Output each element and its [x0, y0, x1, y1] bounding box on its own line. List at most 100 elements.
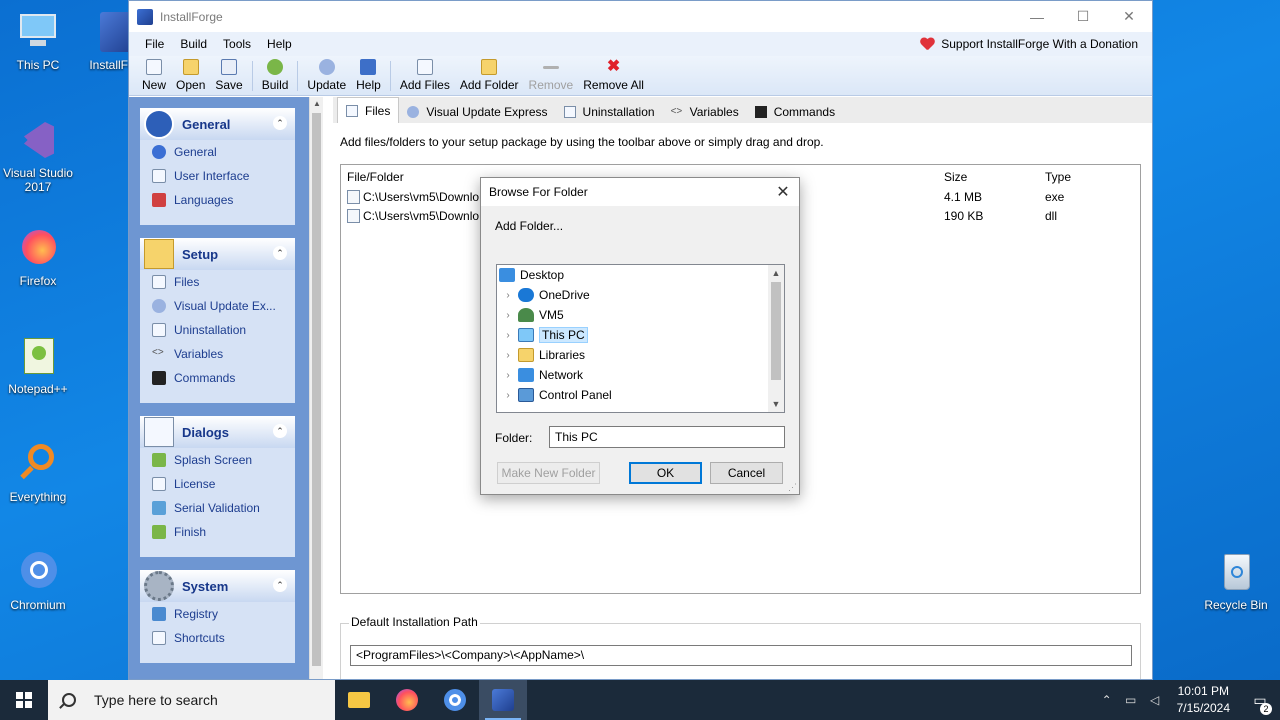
expand-arrow-icon[interactable]: ›: [501, 370, 515, 381]
sidebar-item-files[interactable]: Files: [140, 270, 295, 294]
dialog-close-icon[interactable]: ✕: [767, 182, 799, 202]
save-button[interactable]: Save: [210, 59, 247, 95]
update-button[interactable]: Update: [302, 59, 351, 95]
tree-scrollbar[interactable]: ▲ ▼: [768, 265, 784, 412]
scrollbar-thumb[interactable]: [312, 113, 321, 666]
sidebar-group-header-general[interactable]: General ⌃: [140, 108, 295, 140]
collapse-chevron-icon[interactable]: ⌃: [273, 424, 287, 438]
scrollbar-thumb[interactable]: [771, 282, 781, 380]
show-hidden-icons-chevron-icon[interactable]: ⌃: [1095, 693, 1119, 707]
build-button[interactable]: Build: [257, 59, 294, 95]
network-icon[interactable]: ▭: [1119, 693, 1143, 707]
sidebar-item-commands[interactable]: Commands: [140, 366, 295, 390]
taskbar-installforge[interactable]: [479, 680, 527, 720]
minimize-button[interactable]: —: [1014, 1, 1060, 32]
sidebar-item-splash-screen[interactable]: Splash Screen: [140, 448, 295, 472]
sidebar-item-languages[interactable]: Languages: [140, 188, 295, 212]
collapse-chevron-icon[interactable]: ⌃: [273, 578, 287, 592]
sidebar-item-visual-update[interactable]: Visual Update Ex...: [140, 294, 295, 318]
desktop-icon-chromium[interactable]: Chromium: [0, 550, 76, 612]
sidebar-item-license[interactable]: License: [140, 472, 295, 496]
clock[interactable]: 10:01 PM 7/15/2024: [1167, 683, 1240, 717]
taskbar-file-explorer[interactable]: [335, 680, 383, 720]
cancel-button[interactable]: Cancel: [710, 462, 783, 484]
close-button[interactable]: ✕: [1106, 1, 1152, 32]
taskbar-firefox[interactable]: [383, 680, 431, 720]
sidebar-item-user-interface[interactable]: User Interface: [140, 164, 295, 188]
uninstall-icon: [152, 323, 166, 337]
volume-icon[interactable]: ◁: [1143, 693, 1167, 707]
taskbar-chromium[interactable]: [431, 680, 479, 720]
open-button[interactable]: Open: [171, 59, 210, 95]
ok-button[interactable]: OK: [629, 462, 702, 484]
resize-grip-icon[interactable]: ⋰: [788, 482, 797, 493]
menu-tools[interactable]: Tools: [215, 37, 259, 51]
taskbar-search[interactable]: Type here to search: [48, 680, 335, 720]
add-folder-button[interactable]: Add Folder: [455, 59, 524, 95]
tab-visual-update-express[interactable]: Visual Update Express: [399, 101, 555, 123]
collapse-chevron-icon[interactable]: ⌃: [273, 116, 287, 130]
tree-node-onedrive[interactable]: › OneDrive: [497, 285, 784, 305]
sidebar-item-finish[interactable]: Finish: [140, 520, 295, 544]
menu-file[interactable]: File: [137, 37, 172, 51]
dialog-title-bar[interactable]: Browse For Folder ✕: [481, 178, 799, 206]
expand-arrow-icon[interactable]: ›: [501, 290, 515, 301]
sidebar-item-variables[interactable]: <> Variables: [140, 342, 295, 366]
donate-link[interactable]: Support InstallForge With a Donation: [920, 37, 1152, 51]
collapse-chevron-icon[interactable]: ⌃: [273, 246, 287, 260]
tree-node-control-panel[interactable]: › Control Panel: [497, 385, 784, 405]
sidebar-item-uninstallation[interactable]: Uninstallation: [140, 318, 295, 342]
sidebar-item-general[interactable]: General: [140, 140, 295, 164]
tree-node-libraries[interactable]: › Libraries: [497, 345, 784, 365]
remove-all-button[interactable]: ✖ Remove All: [578, 59, 649, 95]
sidebar-item-registry[interactable]: Registry: [140, 602, 295, 626]
help-button[interactable]: Help: [351, 59, 386, 95]
add-files-button[interactable]: Add Files: [395, 59, 455, 95]
tree-node-desktop[interactable]: Desktop: [497, 265, 784, 285]
start-button[interactable]: [0, 680, 48, 720]
column-type[interactable]: Type: [1045, 170, 1071, 184]
install-path-input[interactable]: <ProgramFiles>\<Company>\<AppName>\: [350, 645, 1132, 666]
scroll-up-arrow-icon[interactable]: ▲: [768, 265, 784, 281]
code-brackets-icon: <>: [670, 106, 683, 117]
tab-commands[interactable]: Commands: [747, 101, 843, 123]
expand-arrow-icon[interactable]: ›: [501, 330, 515, 341]
tab-files[interactable]: Files: [337, 97, 400, 123]
tab-uninstallation[interactable]: Uninstallation: [556, 101, 663, 123]
scroll-down-arrow-icon[interactable]: ▼: [768, 396, 784, 412]
new-button[interactable]: New: [137, 59, 171, 95]
column-file-folder[interactable]: File/Folder: [347, 170, 404, 184]
menu-build[interactable]: Build: [172, 37, 215, 51]
sidebar-group-header-system[interactable]: System ⌃: [140, 570, 295, 602]
maximize-button[interactable]: ☐: [1060, 1, 1106, 32]
folder-input[interactable]: This PC: [549, 426, 785, 448]
menu-help[interactable]: Help: [259, 37, 300, 51]
flags-icon: [152, 193, 166, 207]
expand-arrow-icon[interactable]: ›: [501, 350, 515, 361]
expand-arrow-icon[interactable]: ›: [501, 390, 515, 401]
scroll-up-arrow-icon[interactable]: ▲: [313, 99, 321, 108]
tree-node-vm5[interactable]: › VM5: [497, 305, 784, 325]
remove-button[interactable]: Remove: [524, 59, 579, 95]
sidebar-group-header-setup[interactable]: Setup ⌃: [140, 238, 295, 270]
make-new-folder-button[interactable]: Make New Folder: [497, 462, 600, 484]
sidebar-group-header-dialogs[interactable]: Dialogs ⌃: [140, 416, 295, 448]
folder-tree[interactable]: Desktop › OneDrive › VM5 › This PC › Lib…: [496, 264, 785, 413]
sidebar-item-serial-validation[interactable]: Serial Validation: [140, 496, 295, 520]
notification-center-button[interactable]: ▭ 2: [1240, 692, 1280, 715]
tree-node-this-pc[interactable]: › This PC: [497, 325, 784, 345]
desktop-icon-recycle-bin[interactable]: Recycle Bin: [1198, 550, 1274, 612]
desktop-icon-notepadpp[interactable]: Notepad++: [0, 334, 76, 396]
desktop-icon-firefox[interactable]: Firefox: [0, 226, 76, 288]
expand-arrow-icon[interactable]: ›: [501, 310, 515, 321]
tree-node-network[interactable]: › Network: [497, 365, 784, 385]
file-icon: [152, 275, 166, 289]
desktop-icon-everything[interactable]: Everything: [0, 442, 76, 504]
desktop-icon-this-pc[interactable]: This PC: [0, 10, 76, 72]
column-size[interactable]: Size: [944, 170, 967, 184]
tab-variables[interactable]: <> Variables: [663, 101, 747, 123]
title-bar[interactable]: InstallForge — ☐ ✕: [129, 1, 1152, 32]
sidebar-scrollbar[interactable]: ▲: [309, 97, 323, 679]
desktop-icon-visual-studio[interactable]: Visual Studio 2017: [0, 118, 76, 194]
sidebar-item-shortcuts[interactable]: Shortcuts: [140, 626, 295, 650]
